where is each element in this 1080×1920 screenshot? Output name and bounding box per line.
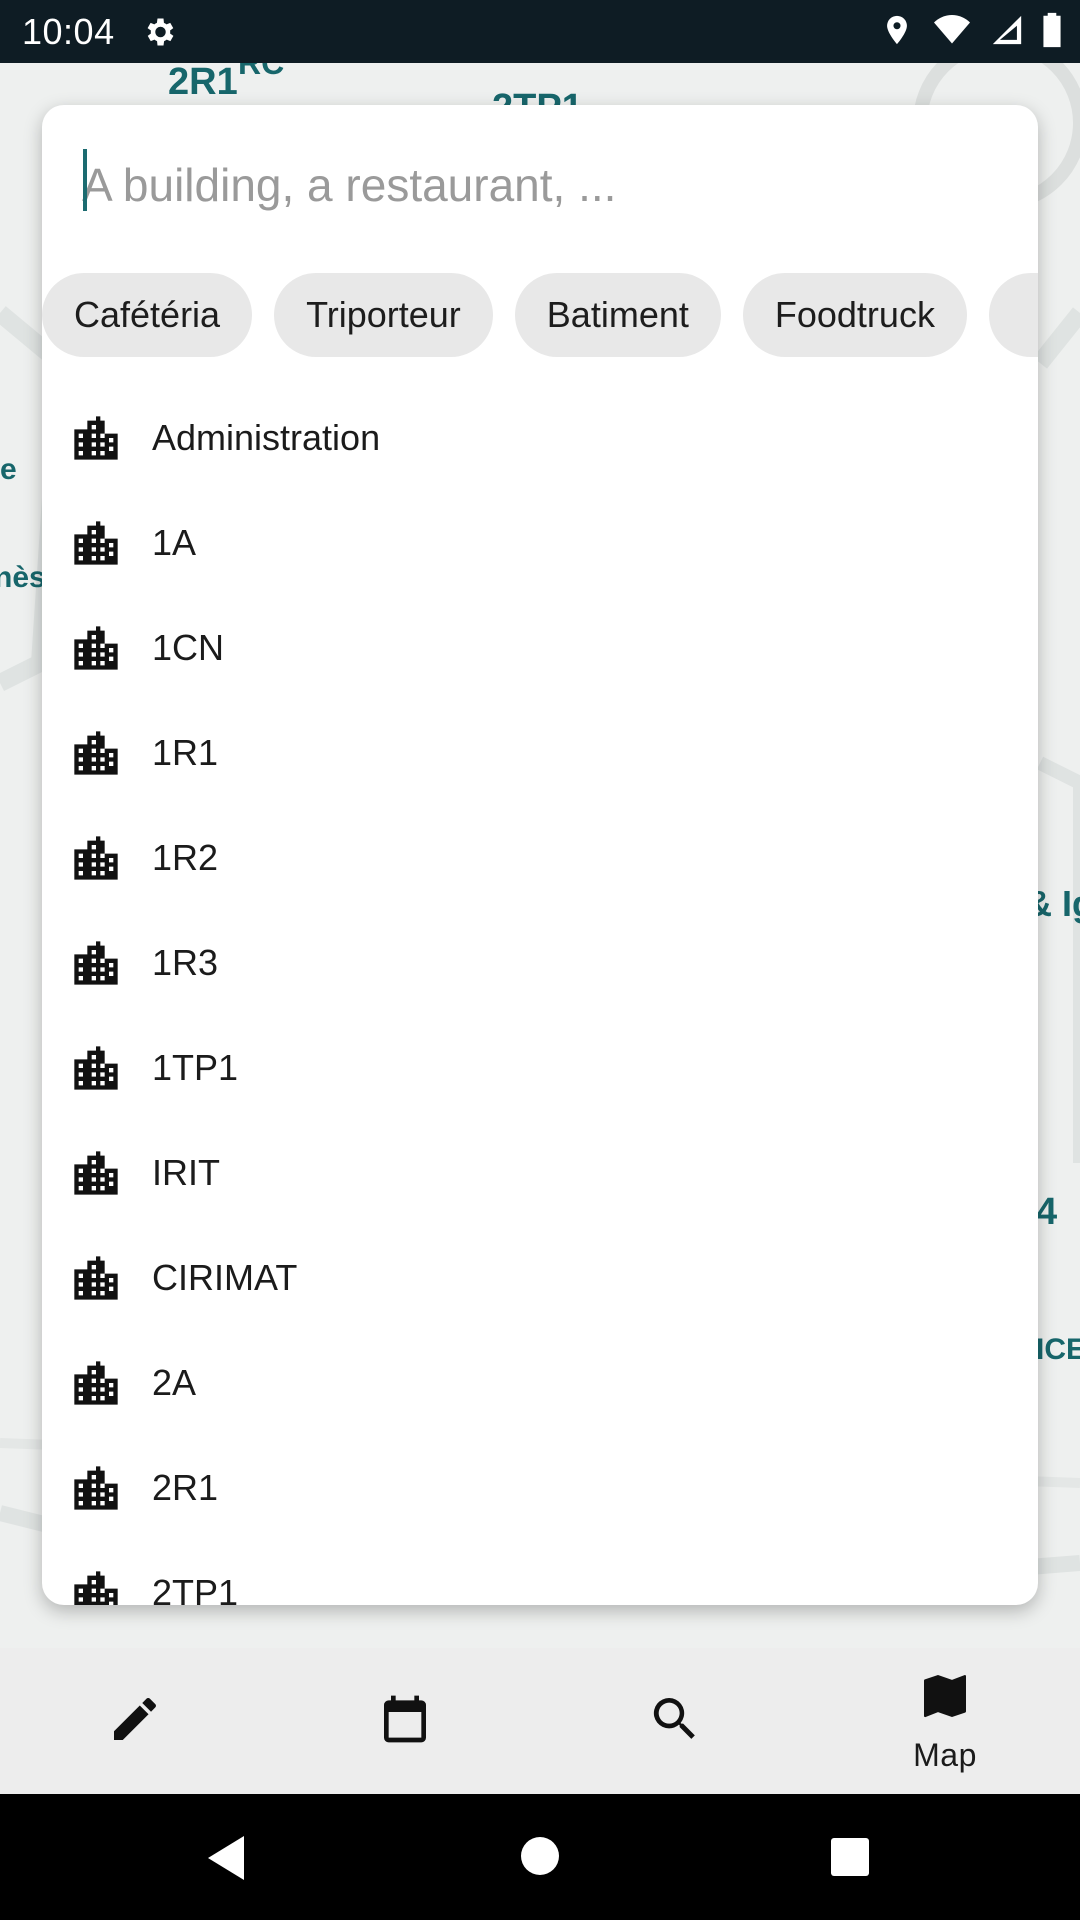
- list-item[interactable]: 1TP1: [42, 1015, 1038, 1120]
- building-icon: [70, 1462, 122, 1514]
- list-item[interactable]: 1R3: [42, 910, 1038, 1015]
- list-item[interactable]: 2A: [42, 1330, 1038, 1435]
- settings-icon: [141, 13, 179, 51]
- map-label: 2R1: [168, 63, 238, 103]
- list-item-label: 1R3: [152, 941, 219, 983]
- nav-calendar[interactable]: [270, 1648, 540, 1794]
- list-item[interactable]: 1R1: [42, 700, 1038, 805]
- building-icon: [70, 937, 122, 989]
- map-label: RC: [238, 63, 285, 81]
- list-item[interactable]: 2R1: [42, 1435, 1038, 1540]
- list-item-label: 1CN: [152, 626, 225, 668]
- list-item[interactable]: 1A: [42, 490, 1038, 595]
- map-label: 4: [1036, 1191, 1058, 1233]
- list-item-label: 2R1: [152, 1466, 219, 1508]
- nav-edit[interactable]: [0, 1648, 270, 1794]
- status-bar: 10:04: [0, 0, 1080, 63]
- calendar-icon: [377, 1691, 433, 1752]
- battery-icon: [1042, 12, 1062, 53]
- list-item[interactable]: 2TP1: [42, 1540, 1038, 1605]
- building-icon: [70, 832, 122, 884]
- wifi-icon: [932, 12, 972, 53]
- building-icon: [70, 1252, 122, 1304]
- list-item-label: 1TP1: [152, 1046, 239, 1088]
- building-icon: [70, 412, 122, 464]
- status-icons: [880, 12, 1062, 52]
- filter-chips: Cafétéria Triporteur Batiment Foodtruck: [42, 273, 1038, 357]
- edit-icon: [107, 1691, 163, 1752]
- results-list: Administration 1A 1CN 1R1 1R2 1R3 1TP1 I…: [42, 385, 1038, 1605]
- signal-icon: [990, 13, 1024, 52]
- list-item[interactable]: IRIT: [42, 1120, 1038, 1225]
- recents-icon[interactable]: [830, 1837, 870, 1882]
- text-cursor: [83, 149, 87, 211]
- building-icon: [70, 1042, 122, 1094]
- chip-more[interactable]: [988, 273, 1038, 357]
- map-label: ICE: [1036, 1333, 1080, 1366]
- chip-triporteur[interactable]: Triporteur: [274, 273, 493, 357]
- chip-cafeteria[interactable]: Cafétéria: [42, 273, 253, 357]
- building-icon: [70, 517, 122, 569]
- list-item[interactable]: CIRIMAT: [42, 1225, 1038, 1330]
- nav-map-label: Map: [913, 1737, 977, 1773]
- search-icon: [647, 1691, 703, 1752]
- bottom-navigation: Map: [0, 1648, 1080, 1794]
- chip-foodtruck[interactable]: Foodtruck: [742, 273, 967, 357]
- list-item[interactable]: 1R2: [42, 805, 1038, 910]
- list-item-label: IRIT: [152, 1151, 220, 1193]
- status-time: 10:04: [22, 10, 115, 52]
- chip-batiment[interactable]: Batiment: [514, 273, 721, 357]
- search-input[interactable]: [82, 145, 982, 225]
- building-icon: [70, 1147, 122, 1199]
- list-item-label: Administration: [152, 416, 381, 458]
- list-item-label: CIRIMAT: [152, 1256, 298, 1298]
- search-panel: Cafétéria Triporteur Batiment Foodtruck …: [42, 105, 1038, 1605]
- building-icon: [70, 1357, 122, 1409]
- back-icon[interactable]: [204, 1834, 248, 1887]
- map-icon: [917, 1668, 973, 1729]
- location-icon: [880, 13, 914, 52]
- list-item-label: 1R1: [152, 731, 219, 773]
- nav-search[interactable]: [540, 1648, 810, 1794]
- list-item[interactable]: Administration: [42, 385, 1038, 490]
- list-item-label: 2A: [152, 1361, 197, 1403]
- building-icon: [70, 1567, 122, 1605]
- map-label: nès: [0, 561, 46, 594]
- map-label: e: [0, 453, 17, 486]
- list-item-label: 1R2: [152, 836, 219, 878]
- system-navigation-bar: [0, 1794, 1080, 1920]
- list-item-label: 2TP1: [152, 1571, 239, 1606]
- list-item-label: 1A: [152, 521, 197, 563]
- nav-map[interactable]: Map: [810, 1648, 1080, 1794]
- list-item[interactable]: 1CN: [42, 595, 1038, 700]
- home-icon[interactable]: [520, 1836, 560, 1881]
- building-icon: [70, 622, 122, 674]
- building-icon: [70, 727, 122, 779]
